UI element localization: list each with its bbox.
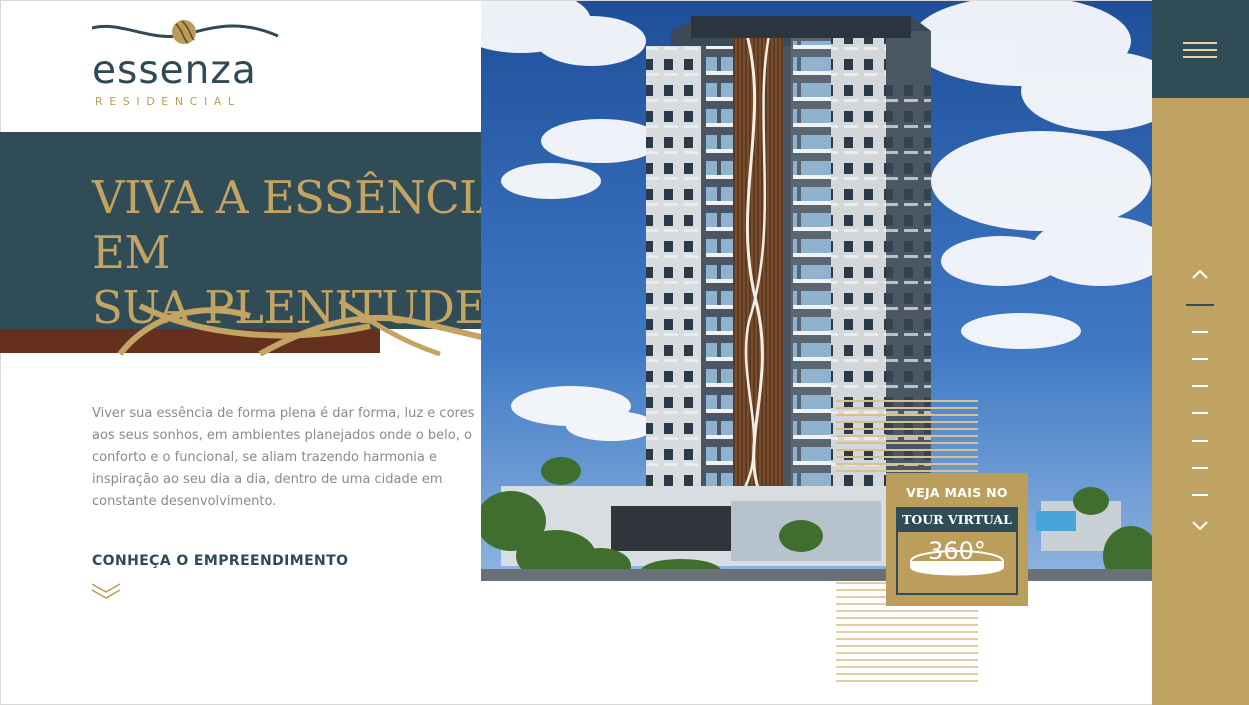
logo-subtitle: RESIDENCIAL [95,95,241,108]
tour-virtual-label: TOUR VIRTUAL [902,512,1012,527]
slide-indicator-6[interactable] [1192,440,1208,442]
hamburger-icon[interactable] [1183,42,1217,58]
double-chevron-down-icon[interactable] [91,582,121,600]
intro-paragraph: Viver sua essência de forma plena é dar … [92,406,475,509]
logo-swoosh-icon [92,20,279,44]
slide-indicator-3[interactable] [1192,358,1208,360]
cta-conheca-link[interactable]: CONHEÇA O EMPREENDIMENTO [92,553,348,569]
slide-indicator-2[interactable] [1192,331,1208,333]
building-render-image [481,1,1152,581]
essenza-logo[interactable]: essenza RESIDENCIAL [92,18,282,113]
slide-nav-rail [1152,98,1249,705]
decorative-stripes [836,400,978,472]
slide-indicator-8[interactable] [1192,494,1208,496]
slide-indicator-5[interactable] [1192,412,1208,414]
slide-indicator-1[interactable] [1186,304,1214,306]
tour-360-degrees: 360° [928,537,986,565]
chevron-up-icon[interactable] [1190,268,1210,280]
ornament-curves-icon [117,298,536,356]
tour-top-label: VEJA MAIS NO [906,485,1008,500]
slide-indicator-4[interactable] [1192,385,1208,387]
tour-virtual-button[interactable]: VEJA MAIS NO TOUR VIRTUAL 360° [886,473,1028,606]
logo-wordmark: essenza [92,48,257,93]
chevron-down-icon[interactable] [1190,519,1210,531]
slide-indicator-7[interactable] [1192,467,1208,469]
